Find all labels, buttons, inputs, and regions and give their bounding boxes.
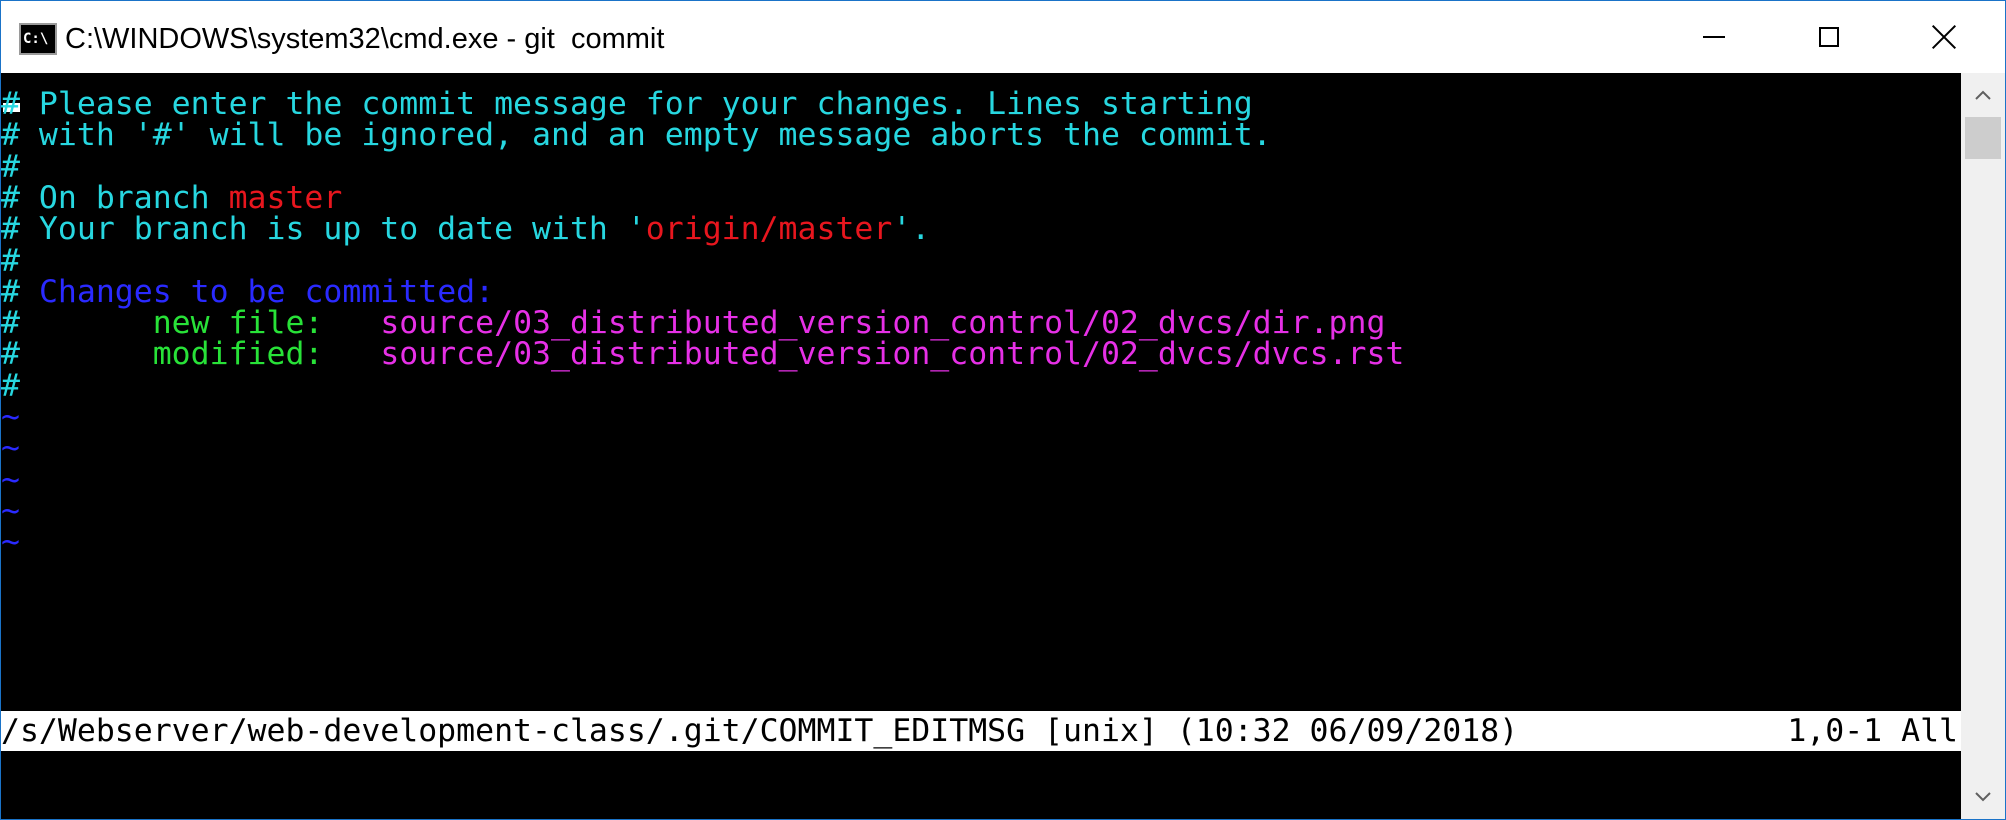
editor-text-segment: modified: bbox=[152, 336, 324, 373]
minimize-icon bbox=[1702, 36, 1725, 38]
window-title: C:\WINDOWS\system32\cmd.exe - git commit bbox=[65, 23, 665, 55]
editor-text-segment: '. bbox=[892, 211, 931, 248]
chevron-down-icon bbox=[1975, 792, 1991, 802]
close-icon bbox=[1932, 25, 1956, 49]
editor-text-segment: source/03_distributed_version_control/02… bbox=[380, 336, 1405, 373]
vertical-scrollbar[interactable] bbox=[1961, 73, 2005, 819]
minimize-button[interactable] bbox=[1656, 1, 1771, 73]
empty-line-tilde: ~ bbox=[1, 524, 20, 561]
editor-line: ~ bbox=[1, 522, 20, 562]
editor-line: # Your branch is up to date with 'origin… bbox=[1, 209, 930, 249]
console-window: C:\ C:\WINDOWS\system32\cmd.exe - git co… bbox=[0, 0, 2006, 820]
editor-text-segment: # Your branch is up to date with ' bbox=[1, 211, 646, 248]
scroll-down-button[interactable] bbox=[1961, 775, 2005, 819]
title-bar[interactable]: C:\ C:\WINDOWS\system32\cmd.exe - git co… bbox=[1, 1, 2005, 73]
editor-line: # with '#' will be ignored, and an empty… bbox=[1, 115, 1272, 155]
vim-status-line: /s/Webserver/web-development-class/.git/… bbox=[1, 711, 1961, 751]
editor-text-segment: # with '#' will be ignored, and an empty… bbox=[1, 117, 1272, 154]
status-file-info: /s/Webserver/web-development-class/.git/… bbox=[1, 713, 1519, 749]
editor-text-segment: origin/master bbox=[645, 211, 893, 248]
close-button[interactable] bbox=[1886, 1, 2001, 73]
editor-line: # modified: source/03_distributed_versio… bbox=[1, 334, 1404, 374]
cmd-icon[interactable]: C:\ bbox=[19, 23, 57, 55]
maximize-button[interactable] bbox=[1771, 1, 1886, 73]
editor-text-segment bbox=[323, 336, 380, 372]
maximize-icon bbox=[1818, 27, 1839, 47]
editor-text-segment: # bbox=[1, 336, 153, 373]
chevron-up-icon bbox=[1975, 90, 1991, 100]
scroll-up-button[interactable] bbox=[1961, 73, 2005, 117]
terminal-area[interactable]: # Please enter the commit message for yo… bbox=[1, 73, 1961, 819]
status-cursor-position: 1,0-1 All bbox=[1787, 713, 1958, 749]
scroll-thumb[interactable] bbox=[1965, 117, 2001, 159]
